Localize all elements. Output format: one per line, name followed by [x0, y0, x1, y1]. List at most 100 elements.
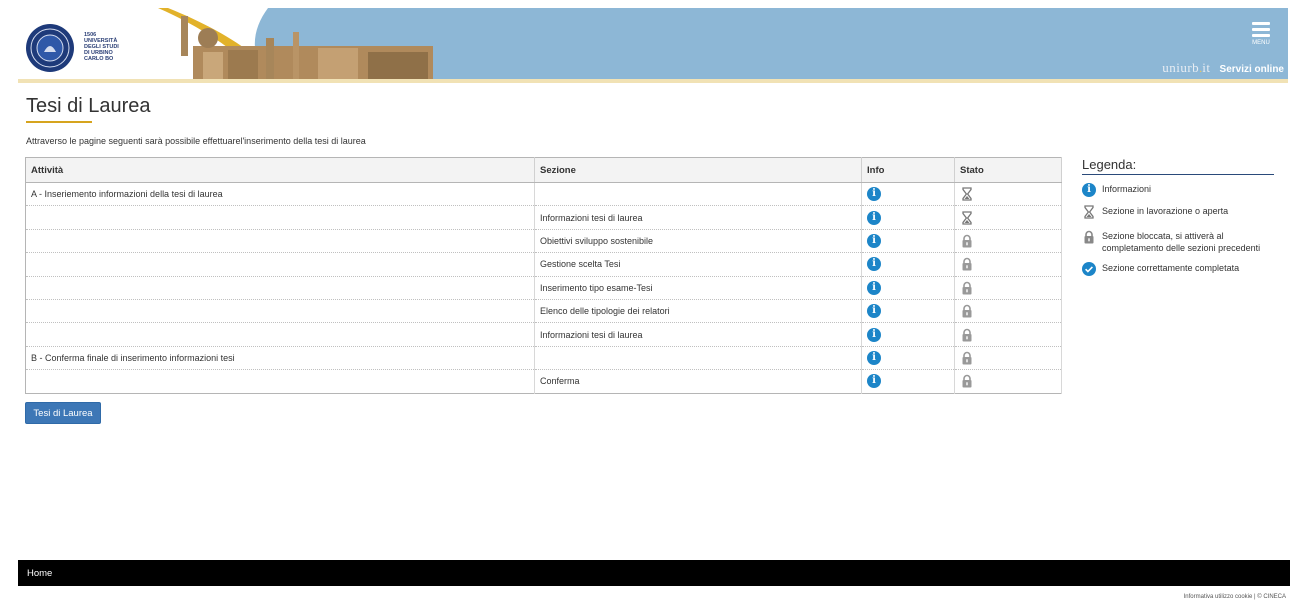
- legend-item-hourglass: Sezione in lavorazione o aperta: [1082, 205, 1274, 222]
- cell-attivita: [25, 252, 535, 277]
- cell-attivita: [25, 205, 535, 230]
- cell-info: i: [861, 369, 955, 394]
- cell-stato: [954, 299, 1062, 324]
- header-info: Info: [861, 157, 955, 183]
- footer-home-link[interactable]: Home: [27, 568, 52, 579]
- table-row: Conferma i: [25, 369, 1062, 394]
- university-name: 1506 UNIVERSITÀ DEGLI STUDI DI URBINO CA…: [84, 32, 119, 62]
- hamburger-icon: [1248, 22, 1274, 37]
- table-row: Informazioni tesi di laurea i: [25, 205, 1062, 230]
- cell-sezione[interactable]: Obiettivi sviluppo sostenibile: [534, 229, 862, 254]
- legend-text: Sezione in lavorazione o aperta: [1102, 206, 1229, 216]
- table-row: B - Conferma finale di inserimento infor…: [25, 346, 1062, 371]
- lock-icon: [960, 258, 974, 271]
- lock-icon: [960, 328, 974, 342]
- lock-icon: [960, 281, 974, 295]
- info-icon[interactable]: i: [867, 210, 881, 225]
- info-icon: i: [1082, 183, 1096, 197]
- footer-cookie-note[interactable]: Informativa utilizzo cookie | © CINECA: [1184, 594, 1286, 600]
- lock-icon: [1082, 230, 1098, 247]
- info-icon[interactable]: i: [867, 233, 881, 248]
- seal-icon: [26, 24, 74, 72]
- cell-stato: [954, 252, 1062, 277]
- cell-info: i: [861, 276, 955, 300]
- cell-sezione[interactable]: Conferma: [534, 369, 862, 394]
- lock-icon: [960, 351, 974, 365]
- cell-sezione[interactable]: Informazioni tesi di laurea: [534, 322, 862, 347]
- cell-stato: [954, 182, 1062, 207]
- cell-attivita: [25, 229, 535, 254]
- cell-stato: [954, 346, 1062, 371]
- intro-text: Attraverso le pagine seguenti sarà possi…: [26, 136, 366, 146]
- page-title: Tesi di Laurea: [26, 95, 151, 117]
- footer-bar: Home: [18, 560, 1290, 586]
- table-row: Gestione scelta Tesi i: [25, 252, 1062, 277]
- cell-attivita: B - Conferma finale di inserimento infor…: [25, 346, 535, 371]
- info-icon[interactable]: i: [867, 374, 881, 389]
- lock-icon: [960, 304, 974, 318]
- cell-stato: [954, 229, 1062, 254]
- cell-info: i: [861, 182, 955, 207]
- cell-sezione[interactable]: Elenco delle tipologie dei relatori: [534, 299, 862, 324]
- menu-label: MENU: [1252, 40, 1270, 46]
- info-icon[interactable]: i: [867, 187, 881, 202]
- legend-text: Sezione bloccata, si attiverà al complet…: [1102, 231, 1261, 253]
- university-seal[interactable]: [24, 22, 80, 78]
- cell-attivita: A - Inseriemento informazioni della tesi…: [25, 182, 535, 207]
- tesi-di-laurea-button[interactable]: Tesi di Laurea: [25, 402, 101, 424]
- brand-link[interactable]: uniurb.it Servizi online: [1162, 60, 1284, 76]
- activities-table: Attività Sezione Info Stato A - Inseriem…: [25, 157, 1062, 394]
- cell-info: i: [861, 322, 955, 347]
- info-icon[interactable]: i: [867, 327, 881, 342]
- legend-item-check: Sezione correttamente completata: [1082, 262, 1274, 279]
- hourglass-icon: [960, 210, 974, 225]
- legend-text: Informazioni: [1102, 184, 1152, 194]
- menu-button[interactable]: MENU: [1248, 22, 1274, 46]
- cell-sezione[interactable]: Gestione scelta Tesi: [534, 252, 862, 277]
- table-row: Inserimento tipo esame-Tesi i: [25, 276, 1062, 300]
- legend-text: Sezione correttamente completata: [1102, 263, 1240, 273]
- servizi-online-label: Servizi online: [1219, 64, 1284, 75]
- cell-info: i: [861, 252, 955, 277]
- table-row: A - Inseriemento informazioni della tesi…: [25, 182, 1062, 207]
- title-underline: [26, 121, 92, 123]
- hourglass-icon: [960, 187, 974, 201]
- cell-info: i: [861, 346, 955, 371]
- info-icon[interactable]: i: [867, 350, 881, 365]
- info-icon[interactable]: i: [867, 280, 881, 295]
- cell-info: i: [861, 299, 955, 324]
- logo-line: CARLO BO: [84, 56, 114, 62]
- table-row: Elenco delle tipologie dei relatori i: [25, 299, 1062, 324]
- legend-item-info: i Informazioni: [1082, 183, 1274, 197]
- header-attivita: Attività: [25, 157, 535, 183]
- lock-icon: [960, 375, 974, 388]
- cell-sezione: [534, 182, 862, 207]
- cell-sezione: [534, 346, 862, 371]
- info-icon[interactable]: i: [867, 257, 881, 272]
- info-icon[interactable]: i: [867, 304, 881, 319]
- table-header-row: Attività Sezione Info Stato: [25, 157, 1062, 183]
- cell-stato: [954, 276, 1062, 300]
- cell-attivita: [25, 299, 535, 324]
- brand-name: uniurb: [1162, 60, 1200, 75]
- header-divider: [18, 79, 1288, 83]
- table-row: Obiettivi sviluppo sostenibile i: [25, 229, 1062, 254]
- cell-sezione[interactable]: Inserimento tipo esame-Tesi: [534, 276, 862, 300]
- cell-attivita: [25, 369, 535, 394]
- legend-item-lock: Sezione bloccata, si attiverà al complet…: [1082, 230, 1274, 254]
- header-stato: Stato: [954, 157, 1062, 183]
- cell-stato: [954, 322, 1062, 347]
- legend: Legenda: i Informazioni Sezione in lavor…: [1082, 157, 1274, 279]
- hourglass-icon: [1082, 205, 1098, 222]
- cell-stato: [954, 369, 1062, 394]
- site-header: 1506 UNIVERSITÀ DEGLI STUDI DI URBINO CA…: [18, 8, 1288, 80]
- cell-attivita: [25, 322, 535, 347]
- legend-title: Legenda:: [1082, 157, 1274, 175]
- cell-attivita: [25, 276, 535, 300]
- header-sezione: Sezione: [534, 157, 862, 183]
- cell-info: i: [861, 205, 955, 230]
- cell-sezione[interactable]: Informazioni tesi di laurea: [534, 205, 862, 230]
- table-row: Informazioni tesi di laurea i: [25, 322, 1062, 347]
- brand-suffix: it: [1202, 60, 1211, 75]
- cell-info: i: [861, 229, 955, 254]
